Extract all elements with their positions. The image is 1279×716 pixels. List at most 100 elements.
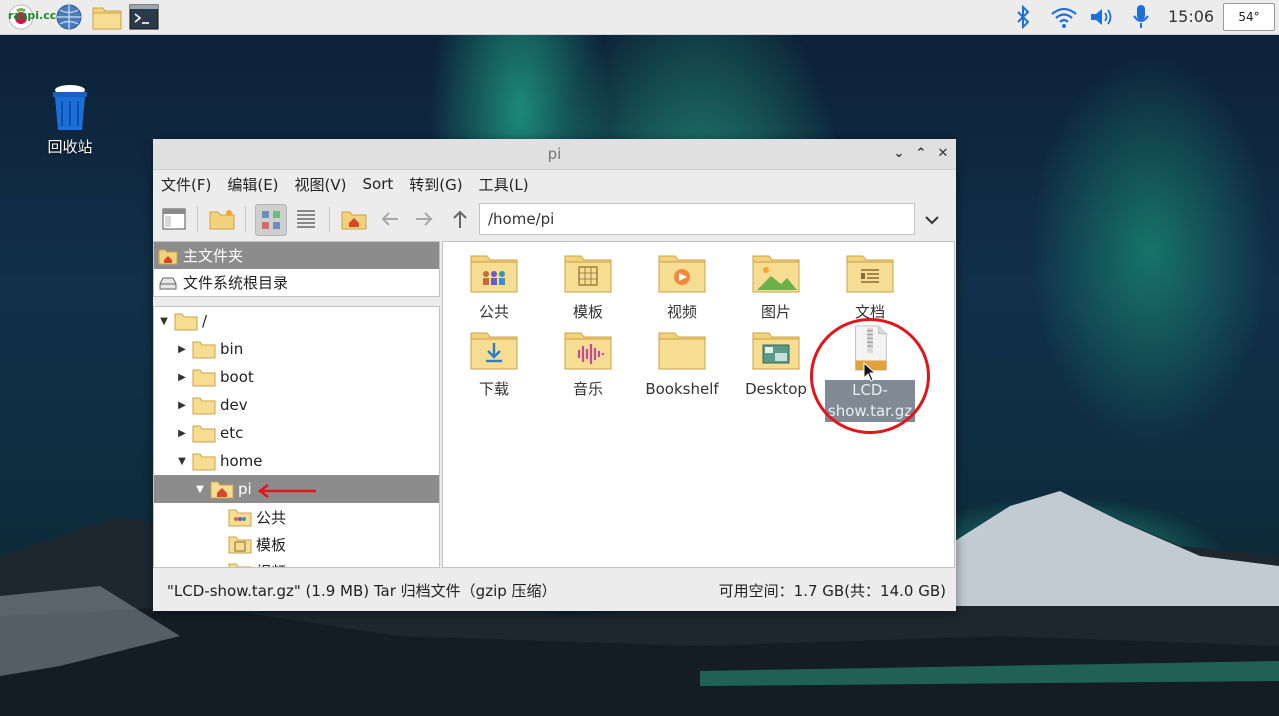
statusbar: "LCD-show.tar.gz" (1.9 MB) Tar 归档文件（gzip… bbox=[153, 576, 956, 606]
arrow-right-icon bbox=[416, 212, 433, 226]
tree-item[interactable]: ▶ boot bbox=[154, 363, 439, 391]
file-item[interactable]: 模板 bbox=[543, 252, 633, 323]
menu-tools[interactable]: 工具(L) bbox=[479, 174, 529, 195]
tree-item-label: pi bbox=[238, 480, 252, 498]
folder-icon bbox=[658, 332, 706, 370]
new-folder-button[interactable] bbox=[207, 204, 237, 234]
tree-item[interactable]: ▼ home bbox=[154, 447, 439, 475]
file-item[interactable]: Desktop bbox=[731, 329, 821, 400]
new-window-icon bbox=[162, 208, 186, 230]
wifi-icon[interactable] bbox=[1049, 4, 1079, 30]
menu-go[interactable]: 转到(G) bbox=[409, 174, 462, 195]
annotation-arrow bbox=[257, 484, 316, 498]
window-title: pi bbox=[547, 145, 562, 163]
tree-item[interactable]: 视频 bbox=[154, 557, 439, 568]
maximize-icon[interactable]: ⌃ bbox=[914, 139, 928, 169]
tree-item-label: dev bbox=[220, 396, 248, 414]
file-item[interactable]: 文档 bbox=[825, 252, 915, 323]
status-selection-info: "LCD-show.tar.gz" (1.9 MB) Tar 归档文件（gzip… bbox=[167, 582, 557, 600]
menu-edit[interactable]: 编辑(E) bbox=[227, 174, 278, 195]
status-free-space: 可用空间：1.7 GB(共：14.0 GB) bbox=[718, 582, 946, 600]
up-button[interactable] bbox=[445, 204, 475, 234]
tree-expander-icon[interactable]: ▶ bbox=[176, 343, 188, 355]
file-manager-icon[interactable] bbox=[92, 2, 122, 32]
desktop-folder-icon bbox=[752, 332, 800, 370]
tree-expander-icon[interactable]: ▼ bbox=[158, 315, 170, 327]
tree-item-label: 公共 bbox=[256, 508, 287, 527]
folder-icon bbox=[192, 425, 216, 443]
list-view-button[interactable] bbox=[291, 204, 321, 234]
file-item[interactable]: 公共 bbox=[449, 252, 539, 323]
raspi-watermark: raspi.cc bbox=[8, 9, 57, 22]
annotation-circle bbox=[810, 318, 930, 434]
file-item-label: 下载 bbox=[478, 380, 509, 398]
new-window-button[interactable] bbox=[159, 204, 189, 234]
tree-expander-icon[interactable]: ▼ bbox=[176, 455, 188, 467]
templates-folder-icon bbox=[228, 536, 252, 554]
place-home[interactable]: 主文件夹 bbox=[154, 242, 439, 269]
pictures-folder-icon bbox=[752, 255, 800, 293]
file-item[interactable]: 视频 bbox=[637, 252, 727, 323]
videos-folder-icon bbox=[658, 255, 706, 293]
templates-folder-icon bbox=[564, 255, 612, 293]
file-item[interactable]: Bookshelf bbox=[637, 329, 727, 400]
tree-item[interactable]: 模板 bbox=[154, 530, 439, 558]
home-folder-icon bbox=[341, 211, 367, 230]
menu-view[interactable]: 视图(V) bbox=[295, 174, 347, 195]
path-input[interactable]: /home/pi bbox=[479, 203, 915, 235]
arrow-up-icon bbox=[453, 210, 467, 228]
tree-expander-icon[interactable]: ▶ bbox=[176, 399, 188, 411]
desktop-trash[interactable]: 回收站 bbox=[38, 82, 102, 157]
arrow-left-icon bbox=[381, 212, 398, 226]
home-folder-icon bbox=[158, 249, 178, 264]
menu-sort[interactable]: Sort bbox=[363, 175, 394, 193]
tree-item-label: home bbox=[220, 452, 263, 470]
tree-item[interactable]: 公共 bbox=[154, 503, 439, 531]
terminal-icon[interactable] bbox=[129, 2, 159, 32]
cpu-temperature-badge[interactable]: 54° bbox=[1223, 3, 1275, 31]
tree-item[interactable]: ▶ etc bbox=[154, 419, 439, 447]
file-item-label: 公共 bbox=[478, 303, 509, 321]
videos-folder-icon bbox=[228, 563, 252, 567]
file-item-label: 图片 bbox=[760, 303, 791, 321]
tree-item-label: boot bbox=[220, 368, 254, 386]
volume-icon[interactable] bbox=[1088, 4, 1116, 30]
tree-expander-icon[interactable]: ▼ bbox=[194, 483, 206, 495]
file-item[interactable]: 下载 bbox=[449, 329, 539, 400]
place-root[interactable]: 文件系统根目录 bbox=[154, 269, 439, 296]
menu-file[interactable]: 文件(F) bbox=[161, 174, 211, 195]
file-item[interactable]: 音乐 bbox=[543, 329, 633, 400]
web-browser-icon[interactable] bbox=[54, 2, 84, 32]
back-button[interactable] bbox=[375, 204, 405, 234]
tree-item[interactable]: ▼ / bbox=[154, 307, 439, 335]
icon-view-button[interactable] bbox=[255, 204, 287, 236]
public-folder-icon bbox=[228, 509, 252, 527]
tree-item-label: bin bbox=[220, 340, 244, 358]
tree-item[interactable]: ▶ dev bbox=[154, 391, 439, 419]
file-item-label: Bookshelf bbox=[645, 380, 719, 398]
tree-item-label: 视频 bbox=[256, 561, 286, 568]
tree-item[interactable]: ▶ bin bbox=[154, 335, 439, 363]
directory-tree: ▼ / ▶ bin ▶ boot ▶ dev ▶ etc ▼ home ▼ pi… bbox=[153, 306, 440, 568]
tree-expander-icon[interactable]: ▶ bbox=[176, 427, 188, 439]
folder-icon bbox=[192, 341, 216, 359]
window-titlebar[interactable]: pi ⌄ ⌃ ✕ bbox=[153, 139, 956, 170]
home-button[interactable] bbox=[339, 204, 369, 234]
tree-expander-icon[interactable]: ▶ bbox=[176, 371, 188, 383]
drive-icon bbox=[159, 277, 177, 289]
clock[interactable]: 15:06 bbox=[1168, 0, 1214, 34]
forward-button[interactable] bbox=[409, 204, 439, 234]
close-icon[interactable]: ✕ bbox=[936, 139, 950, 169]
folder-icon bbox=[192, 369, 216, 387]
microphone-icon[interactable] bbox=[1130, 4, 1152, 30]
path-history-dropdown[interactable] bbox=[923, 211, 941, 229]
new-folder-icon bbox=[209, 210, 235, 230]
tree-item-label: etc bbox=[220, 424, 244, 442]
home-folder-icon bbox=[210, 481, 234, 499]
chevron-down-icon bbox=[925, 216, 939, 225]
file-item[interactable]: 图片 bbox=[731, 252, 821, 323]
bluetooth-icon[interactable] bbox=[1012, 4, 1034, 30]
list-view-icon bbox=[297, 210, 315, 228]
music-folder-icon bbox=[564, 332, 612, 370]
minimize-icon[interactable]: ⌄ bbox=[892, 139, 906, 169]
